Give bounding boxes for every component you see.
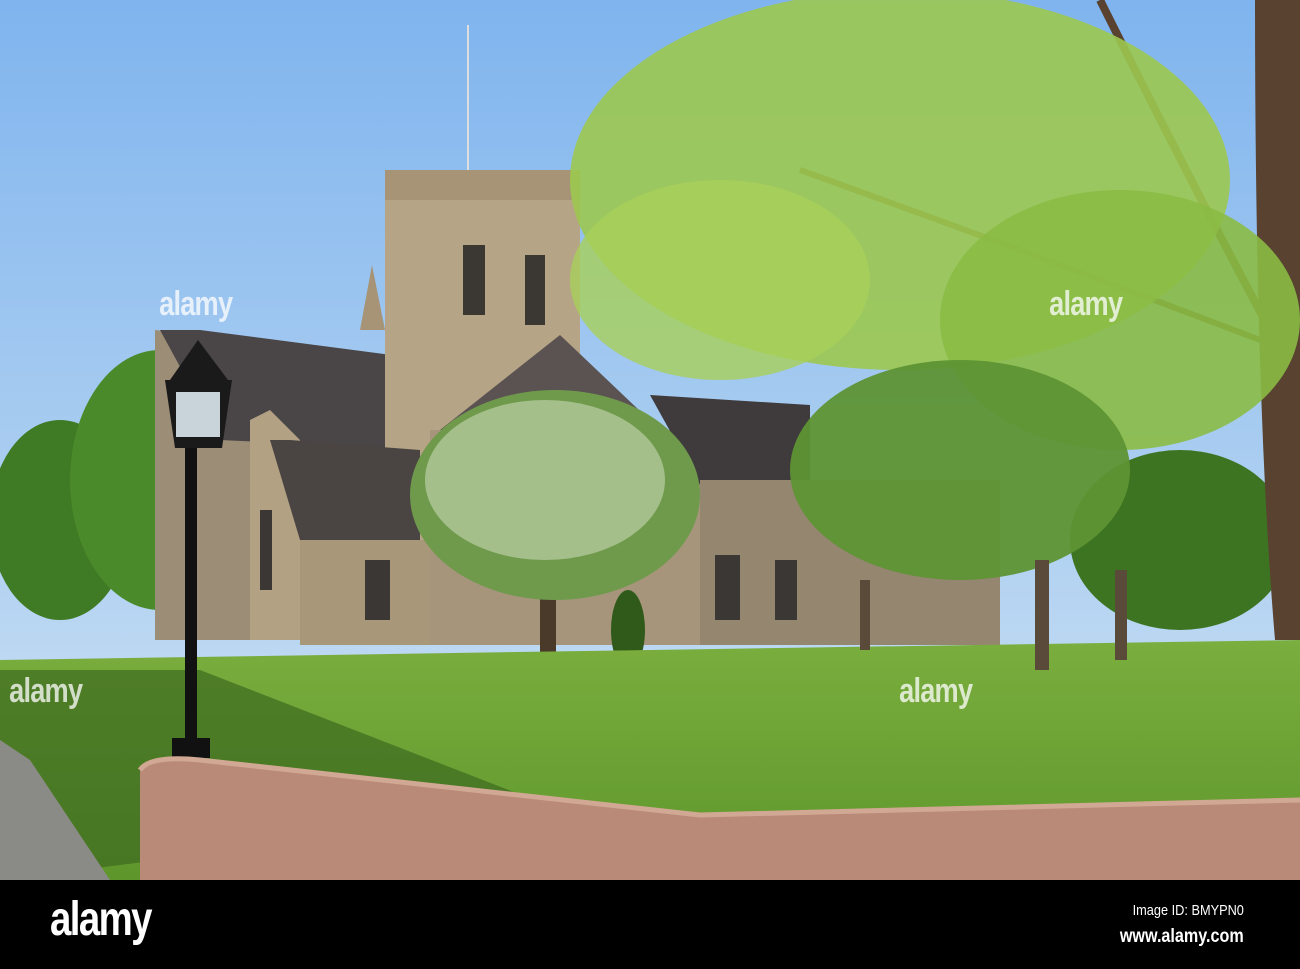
alamy-logo: alamy [50, 893, 152, 946]
site-url: www.alamy.com [1120, 926, 1244, 947]
watermark: alamy [159, 285, 233, 323]
watermark: alamy [1049, 285, 1123, 323]
image-id: Image ID: BMYPN0 [1132, 902, 1244, 919]
church-photo [0, 0, 1300, 880]
watermark: alamy [899, 672, 973, 710]
footer-bar: alamy Image ID: BMYPN0 www.alamy.com [0, 880, 1300, 969]
watermark: alamy [9, 672, 83, 710]
